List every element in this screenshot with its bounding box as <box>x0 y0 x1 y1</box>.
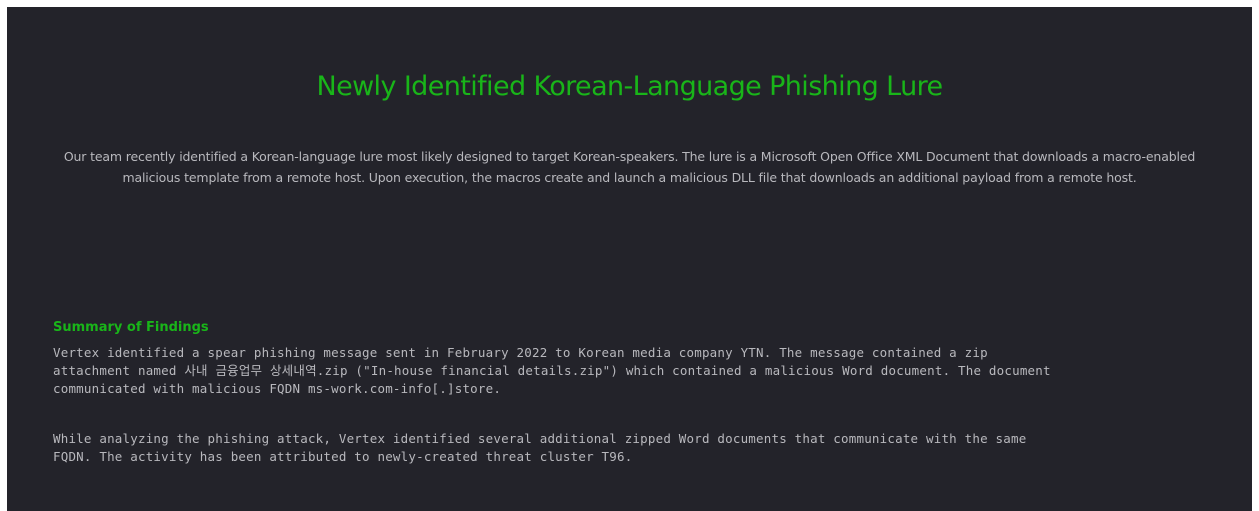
article-page: Newly Identified Korean-Language Phishin… <box>7 7 1252 511</box>
findings-paragraph-1-line: attachment named 사내 금융업무 상세내역.zip ("In-h… <box>53 363 1051 378</box>
findings-paragraph-2-line: FQDN. The activity has been attributed t… <box>53 449 633 464</box>
findings-paragraph-1: Vertex identified a spear phishing messa… <box>53 344 1223 398</box>
findings-paragraph-2: While analyzing the phishing attack, Ver… <box>53 430 1223 466</box>
summary-heading: Summary of Findings <box>53 320 209 335</box>
findings-paragraph-2-line: While analyzing the phishing attack, Ver… <box>53 431 1027 446</box>
intro-paragraph: Our team recently identified a Korean-la… <box>63 149 1196 185</box>
findings-paragraph-1-line: communicated with malicious FQDN ms-work… <box>53 381 502 396</box>
page-title: Newly Identified Korean-Language Phishin… <box>316 71 943 102</box>
findings-paragraph-1-line: Vertex identified a spear phishing messa… <box>53 345 988 360</box>
